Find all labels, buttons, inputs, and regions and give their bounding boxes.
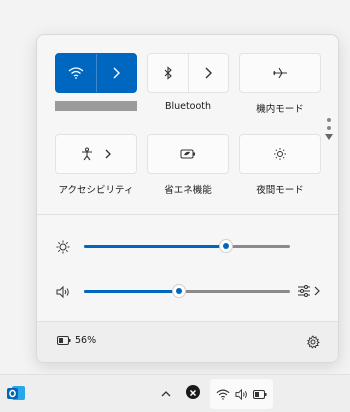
brightness-fill: [84, 245, 227, 248]
outlook-icon[interactable]: [6, 383, 26, 403]
page-down-icon: [325, 134, 333, 140]
battery-icon: [57, 336, 71, 345]
bluetooth-label: Bluetooth: [164, 101, 212, 112]
divider: [37, 214, 338, 215]
chevron-right-icon: [113, 67, 121, 79]
chevron-right-icon: [205, 67, 213, 79]
wifi-icon: [68, 67, 84, 79]
bluetooth-toggle[interactable]: [148, 54, 188, 92]
battery-icon: [252, 389, 267, 399]
volume-slider[interactable]: [84, 284, 290, 298]
night-light-label: 夜間モード: [256, 185, 304, 196]
brightness-icon: [56, 239, 70, 258]
taskbar: [0, 374, 350, 412]
wifi-tile[interactable]: [55, 53, 137, 93]
show-hidden-icons-button[interactable]: [160, 385, 172, 404]
battery-percent: 56%: [75, 335, 97, 346]
page-dot[interactable]: [327, 126, 331, 130]
volume-icon[interactable]: [56, 284, 70, 303]
wifi-network-name: [55, 101, 137, 111]
wifi-icon: [216, 389, 230, 400]
chevron-right-icon: [105, 149, 111, 159]
night-light-icon: [274, 148, 286, 160]
volume-slider-row: [56, 283, 326, 299]
bluetooth-icon: [164, 66, 172, 80]
close-icon[interactable]: [186, 385, 200, 399]
brightness-slider[interactable]: [84, 239, 290, 253]
wifi-expand-button[interactable]: [95, 54, 137, 92]
battery-status[interactable]: 56%: [57, 335, 96, 346]
accessibility-label: アクセシビリティ: [58, 185, 134, 196]
brightness-slider-row: [56, 238, 326, 254]
audio-mixer-icon: [298, 285, 310, 297]
night-light-tile[interactable]: [239, 134, 321, 174]
volume-thumb[interactable]: [171, 284, 186, 298]
page-indicator[interactable]: [325, 118, 333, 141]
audio-output-button[interactable]: [297, 284, 320, 298]
battery-saver-icon: [180, 149, 195, 159]
volume-icon: [235, 388, 247, 400]
system-tray-quick-settings-button[interactable]: [210, 379, 273, 409]
bluetooth-tile[interactable]: [147, 53, 229, 93]
chevron-right-icon: [314, 286, 320, 296]
accessibility-icon: [82, 147, 92, 161]
chevron-up-icon: [161, 391, 171, 397]
airplane-label: 機内モード: [256, 104, 304, 115]
wifi-toggle[interactable]: [56, 54, 96, 92]
battery-saver-tile[interactable]: [147, 134, 229, 174]
brightness-thumb[interactable]: [219, 239, 234, 253]
quick-settings-footer: 56%: [37, 321, 338, 362]
accessibility-tile[interactable]: [55, 134, 137, 174]
airplane-tile[interactable]: [239, 53, 321, 93]
battery-saver-label: 省エネ機能: [164, 185, 212, 196]
gear-icon: [306, 335, 320, 349]
volume-fill: [84, 290, 179, 293]
bluetooth-expand-button[interactable]: [187, 54, 229, 92]
settings-button[interactable]: [306, 334, 320, 353]
airplane-icon: [273, 67, 287, 79]
page-dot[interactable]: [327, 118, 331, 122]
